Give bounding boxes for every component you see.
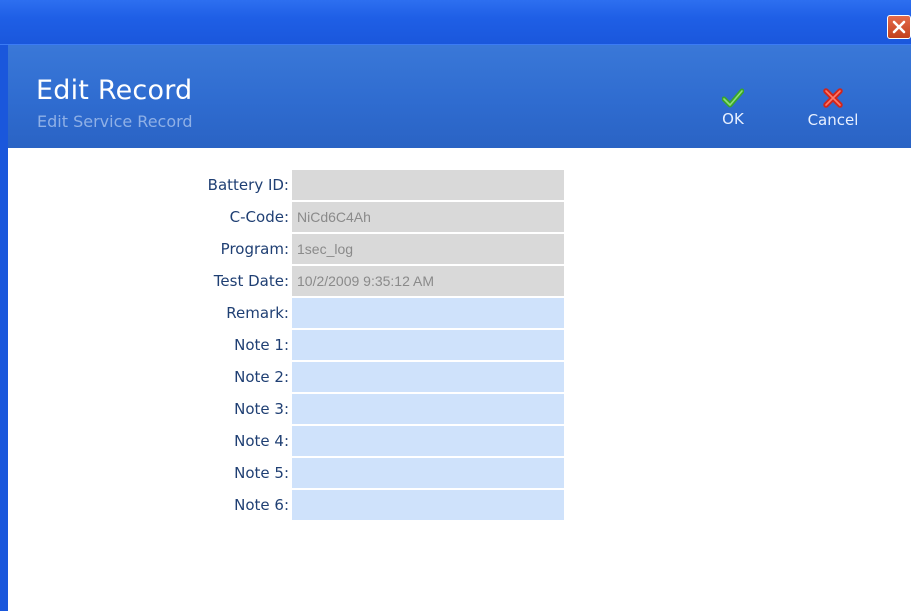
program-field[interactable] [292, 234, 564, 264]
window-titlebar [0, 0, 911, 45]
battery-id-label: Battery ID: [207, 176, 289, 194]
test-date-label: Test Date: [213, 272, 289, 290]
x-icon [823, 88, 843, 108]
note-3-label: Note 3: [234, 400, 289, 418]
form-row-program: Program: [0, 234, 911, 264]
ok-button[interactable]: OK [698, 88, 768, 128]
form-row-note-4: Note 4: [0, 426, 911, 456]
remark-field[interactable] [292, 298, 564, 328]
test-date-field[interactable] [292, 266, 564, 296]
ok-label: OK [722, 110, 744, 128]
page-title: Edit Record [36, 75, 193, 106]
c-code-field[interactable] [292, 202, 564, 232]
checkmark-icon [722, 88, 744, 108]
form-row-note-5: Note 5: [0, 458, 911, 488]
remark-label: Remark: [226, 304, 289, 322]
form-row-remark: Remark: [0, 298, 911, 328]
note-3-field[interactable] [292, 394, 564, 424]
note-1-label: Note 1: [234, 336, 289, 354]
form-row-battery-id: Battery ID: [0, 170, 911, 200]
note-5-label: Note 5: [234, 464, 289, 482]
note-6-label: Note 6: [234, 496, 289, 514]
window-left-border [0, 45, 8, 611]
c-code-label: C-Code: [229, 208, 289, 226]
note-5-field[interactable] [292, 458, 564, 488]
form-row-note-1: Note 1: [0, 330, 911, 360]
close-icon [892, 20, 906, 34]
cancel-label: Cancel [807, 111, 859, 129]
program-label: Program: [220, 240, 289, 258]
note-4-label: Note 4: [234, 432, 289, 450]
note-2-label: Note 2: [234, 368, 289, 386]
form-row-note-2: Note 2: [0, 362, 911, 392]
close-button[interactable] [887, 15, 911, 39]
dialog-header: Edit Record Edit Service Record OK Cance… [0, 45, 911, 148]
cancel-button[interactable]: Cancel [798, 87, 868, 129]
page-subtitle: Edit Service Record [37, 112, 193, 131]
form-row-test-date: Test Date: [0, 266, 911, 296]
note-2-field[interactable] [292, 362, 564, 392]
form-row-note-6: Note 6: [0, 490, 911, 520]
note-6-field[interactable] [292, 490, 564, 520]
note-4-field[interactable] [292, 426, 564, 456]
battery-id-field[interactable] [292, 170, 564, 200]
form-row-c-code: C-Code: [0, 202, 911, 232]
form-row-note-3: Note 3: [0, 394, 911, 424]
note-1-field[interactable] [292, 330, 564, 360]
